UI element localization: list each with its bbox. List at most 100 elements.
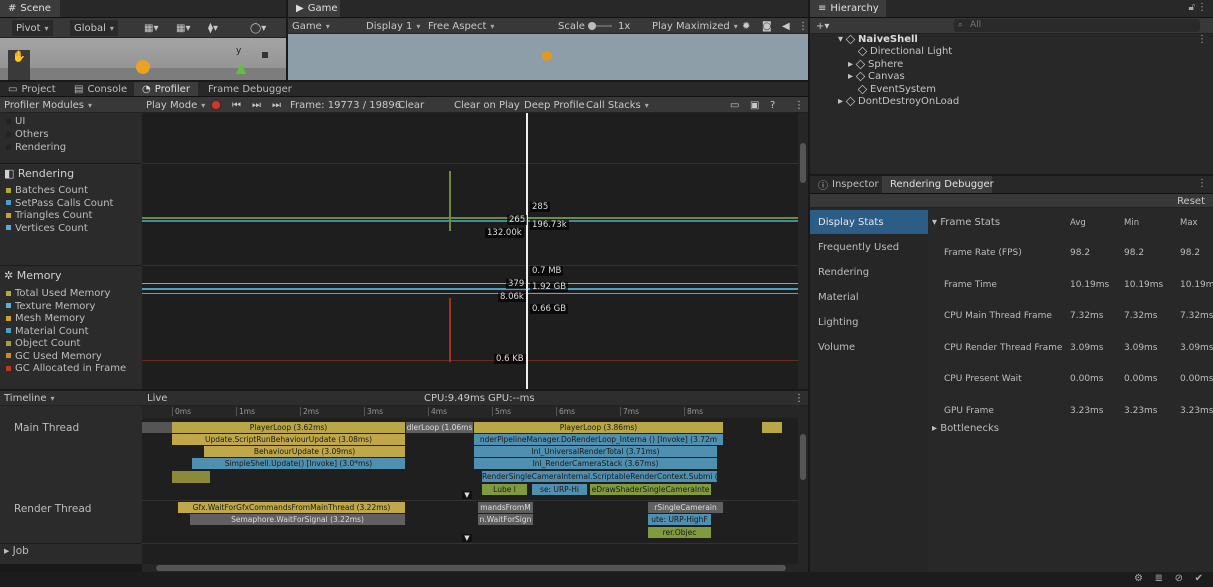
- hierarchy-item[interactable]: ▸ Canvas: [848, 71, 905, 82]
- tab-console[interactable]: ▤ Console: [66, 82, 132, 96]
- chart-scrollbar[interactable]: [798, 113, 808, 389]
- tab-hierarchy[interactable]: ≡ Hierarchy: [810, 0, 886, 17]
- more-icon[interactable]: ⋮: [790, 97, 808, 113]
- debugger-menu-item[interactable]: Material: [810, 285, 928, 309]
- reset-button[interactable]: Reset: [1173, 193, 1209, 209]
- last-frame-icon[interactable]: ⏭: [268, 97, 285, 113]
- audio-icon[interactable]: ◀: [778, 18, 794, 34]
- timeline-bar[interactable]: PlayerLoop (3.62ms): [172, 422, 406, 433]
- tab-rendering-debugger[interactable]: Rendering Debugger: [882, 176, 994, 193]
- lock-icon[interactable]: 🔓︎: [1189, 2, 1195, 13]
- add-icon[interactable]: +▾: [812, 18, 833, 34]
- timeline-vscroll-thumb[interactable]: [800, 434, 806, 480]
- legend-item[interactable]: Triangles Count: [6, 210, 92, 221]
- legend-item[interactable]: Mesh Memory: [6, 313, 85, 324]
- expand-arrow-icon[interactable]: ▸: [848, 71, 853, 82]
- debugger-menu-item[interactable]: Volume: [810, 335, 928, 359]
- timeline-bar[interactable]: n.WaitForSign: [478, 514, 534, 525]
- chart-scrollbar-thumb[interactable]: [800, 143, 806, 183]
- tab-inspector[interactable]: ⓘ Inspector: [810, 176, 882, 193]
- debugger-menu-item[interactable]: Lighting: [810, 310, 928, 334]
- timeline-bar[interactable]: dlerLoop (1.06ms: [406, 422, 474, 433]
- timeline-view[interactable]: 0ms 1ms 2ms 3ms 4ms 5ms 6ms 7ms 8ms PlayerLoop (…: [142, 406, 808, 564]
- tab-frame-debugger[interactable]: Frame Debugger: [200, 82, 292, 96]
- timeline-bar[interactable]: mandsFromM: [478, 502, 534, 513]
- clear-on-play-button[interactable]: Clear on Play: [450, 97, 524, 113]
- scale-slider[interactable]: [588, 22, 612, 30]
- frame-cursor[interactable]: [526, 113, 528, 389]
- play-mode-dropdown[interactable]: Play Mode: [142, 97, 209, 113]
- legend-item[interactable]: GC Allocated in Frame: [6, 363, 126, 374]
- record-button[interactable]: [210, 99, 222, 111]
- legend-item[interactable]: GC Used Memory: [6, 351, 102, 362]
- timeline-bar[interactable]: rer.Objec: [648, 527, 712, 538]
- timeline-bar[interactable]: Update.ScriptRunBehaviourUpdate (3.08ms): [172, 434, 406, 445]
- aspect-dropdown[interactable]: Free Aspect: [424, 18, 550, 34]
- legend-item[interactable]: Object Count: [6, 338, 80, 349]
- timeline-bar[interactable]: RenderSingleCameraInternal.ScriptableRen…: [482, 471, 718, 482]
- play-maximized-dropdown[interactable]: Play Maximized: [648, 18, 742, 34]
- global-dropdown[interactable]: Global: [70, 20, 118, 36]
- debugger-menu-item[interactable]: Display Stats: [810, 210, 928, 234]
- timeline-bar[interactable]: Gfx.WaitForGfxCommandsFromMainThread (3.…: [178, 502, 406, 513]
- tab-profiler[interactable]: ◔ Profiler: [134, 82, 198, 96]
- load-icon[interactable]: ▭: [726, 97, 743, 113]
- thread-render[interactable]: Render Thread: [14, 503, 91, 515]
- deep-profile-button[interactable]: Deep Profile: [520, 97, 589, 113]
- expand-arrow-icon[interactable]: ▸: [932, 423, 940, 434]
- stats-gear-icon[interactable]: ✹: [738, 18, 754, 34]
- timeline-bar[interactable]: ute: URP-HighF: [648, 514, 712, 525]
- timeline-bar[interactable]: BehaviourUpdate (3.09ms): [204, 446, 406, 457]
- timeline-hscroll-thumb[interactable]: [156, 565, 786, 571]
- hierarchy-item[interactable]: ▸ Sphere: [848, 59, 903, 70]
- more-icon[interactable]: ⋮: [790, 390, 808, 406]
- timeline-bar[interactable]: se: URP-Hi: [532, 484, 588, 495]
- hierarchy-search-input[interactable]: All: [954, 19, 1200, 32]
- grid-snap-icon[interactable]: ▦▾: [140, 20, 162, 36]
- thread-job[interactable]: ▸ Job: [4, 545, 29, 557]
- game-view[interactable]: [288, 34, 808, 80]
- legend-item[interactable]: Texture Memory: [6, 301, 95, 312]
- live-button[interactable]: Live: [143, 390, 171, 406]
- tab-game[interactable]: ▶ Game: [288, 0, 340, 17]
- timeline-bar[interactable]: SimpleShell.Update() [Invoke] (3.0*ms): [192, 458, 406, 469]
- pivot-dropdown[interactable]: Pivot: [12, 20, 53, 36]
- hand-tool-icon[interactable]: ✋: [8, 50, 30, 80]
- timeline-bar[interactable]: Inl_RenderCameraStack (3.67ms): [474, 458, 718, 469]
- more-icon[interactable]: ⋮: [1197, 2, 1207, 13]
- tab-scene[interactable]: # Scene: [0, 0, 60, 17]
- profiler-modules-dropdown[interactable]: Profiler Modules: [0, 97, 140, 113]
- bottlenecks-header[interactable]: ▸ Bottlenecks: [932, 423, 999, 434]
- expand-arrow-icon[interactable]: ▸: [848, 59, 853, 70]
- timeline-bar[interactable]: rSingleCamerain: [648, 502, 724, 513]
- collapse-arrow-icon[interactable]: ▼: [462, 534, 472, 542]
- debugger-menu-item[interactable]: Frequently Used: [810, 235, 928, 259]
- timeline-bar[interactable]: eDrawShaderSingleCameraInte: [590, 484, 712, 495]
- network-icon[interactable]: ⚙: [1134, 573, 1143, 584]
- memory-module-title[interactable]: ✲ Memory: [4, 269, 61, 282]
- thread-main[interactable]: Main Thread: [14, 422, 79, 434]
- debug-icon[interactable]: ⊘: [1175, 573, 1183, 584]
- timeline-hscrollbar[interactable]: [142, 564, 808, 572]
- scene-view[interactable]: ✋ y: [0, 38, 286, 80]
- legend-item[interactable]: Vertices Count: [6, 223, 88, 234]
- more-icon[interactable]: ⋮: [1197, 34, 1207, 45]
- collapse-arrow-icon[interactable]: ▼: [462, 491, 472, 499]
- display-dropdown[interactable]: Display 1: [362, 18, 424, 34]
- expand-arrow-icon[interactable]: ▾: [932, 217, 940, 228]
- legend-item[interactable]: Material Count: [6, 326, 89, 337]
- clear-button[interactable]: Clear: [394, 97, 428, 113]
- grid-icon[interactable]: ▦▾: [172, 20, 194, 36]
- legend-rendering[interactable]: Rendering: [6, 142, 66, 153]
- rendering-module-title[interactable]: ◧ Rendering: [4, 167, 74, 180]
- expand-arrow-icon[interactable]: ▾: [838, 34, 843, 45]
- legend-item[interactable]: SetPass Calls Count: [6, 198, 113, 209]
- profiler-chart-area[interactable]: 285 265 196.73k 132.00k 0.7 MB 379 1.92 …: [142, 113, 808, 389]
- timeline-view-dropdown[interactable]: Timeline: [0, 390, 140, 406]
- hierarchy-item[interactable]: Directional Light: [857, 46, 952, 57]
- help-icon[interactable]: ?: [766, 97, 779, 113]
- scale-slider-handle[interactable]: [588, 22, 596, 30]
- camera-icon[interactable]: ◙: [758, 18, 776, 34]
- more-icon[interactable]: ⋮: [1197, 178, 1207, 189]
- check-icon[interactable]: ✔: [1195, 573, 1203, 584]
